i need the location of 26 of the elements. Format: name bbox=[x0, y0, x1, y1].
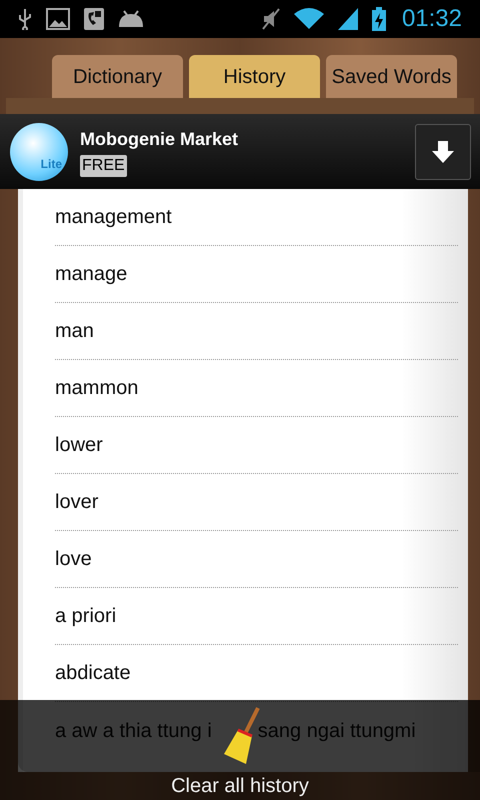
wifi-icon bbox=[294, 8, 324, 30]
usb-icon bbox=[18, 8, 32, 30]
tab[interactable]: Saved Words bbox=[326, 55, 457, 98]
battery-icon bbox=[372, 7, 386, 31]
signal-icon bbox=[338, 8, 358, 30]
history-item[interactable]: lower bbox=[55, 417, 458, 474]
phone-icon bbox=[84, 8, 104, 30]
image-icon bbox=[46, 8, 70, 30]
history-item[interactable]: love bbox=[55, 531, 458, 588]
android-icon bbox=[118, 10, 144, 28]
download-arrow-icon bbox=[431, 140, 455, 164]
tab[interactable]: Dictionary bbox=[52, 55, 183, 98]
history-item[interactable]: manage bbox=[55, 246, 458, 303]
history-item[interactable]: man bbox=[55, 303, 458, 360]
ad-title: Mobogenie Market bbox=[80, 128, 238, 151]
tab[interactable]: History bbox=[189, 55, 320, 98]
logo-text: Lite bbox=[40, 156, 62, 172]
history-item[interactable]: management bbox=[55, 189, 458, 246]
history-item[interactable]: mammon bbox=[55, 360, 458, 417]
history-item[interactable]: lover bbox=[55, 474, 458, 531]
download-button[interactable] bbox=[415, 124, 471, 180]
history-item[interactable]: a priori bbox=[55, 588, 458, 645]
price-badge: FREE bbox=[80, 155, 127, 177]
clock-time: 01:32 bbox=[402, 4, 462, 34]
clear-history-button[interactable]: Clear all history bbox=[0, 772, 480, 800]
muted-speaker-icon bbox=[262, 8, 280, 30]
